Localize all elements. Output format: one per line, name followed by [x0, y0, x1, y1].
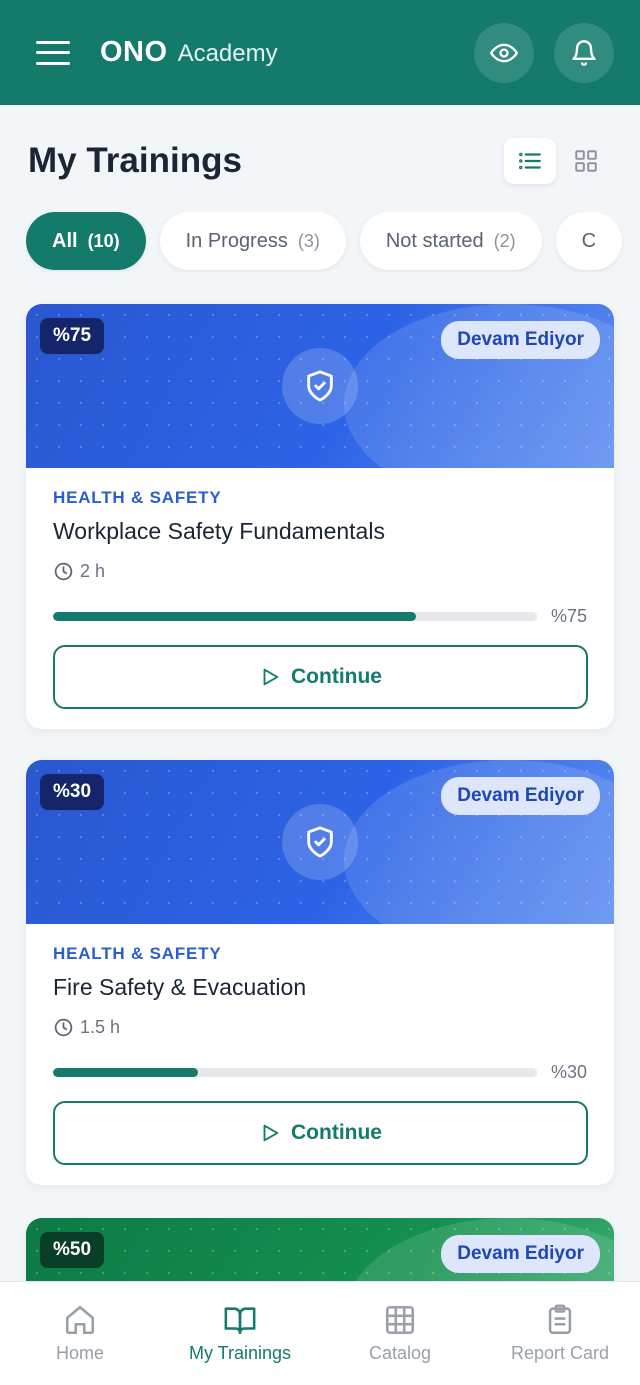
brand-logo: ONO Academy — [100, 36, 278, 69]
clock-icon — [54, 562, 73, 581]
duration-text: 1.5 h — [80, 1017, 121, 1037]
notifications-button[interactable] — [554, 22, 614, 83]
chip-label: Not started — [385, 229, 484, 252]
play-icon — [263, 1124, 279, 1142]
book-open-icon — [224, 1307, 256, 1335]
continue-label: Continue — [291, 665, 382, 688]
progress-label: %75 — [550, 606, 587, 626]
progress-bar — [53, 612, 537, 621]
preview-button[interactable] — [474, 22, 534, 83]
filter-chip-in-progress[interactable]: In Progress (3) — [159, 212, 346, 270]
course-card[interactable]: %75 Devam Ediyor HEALTH & SAFETY Workpla… — [26, 304, 614, 729]
bell-icon — [572, 39, 596, 66]
filter-chips: All (10) In Progress (3) Not started (2)… — [26, 212, 640, 272]
course-banner: %75 Devam Ediyor — [26, 304, 614, 468]
nav-label: Catalog — [368, 1343, 432, 1363]
bottom-nav: Home My Trainings Catalog Report Card — [0, 1281, 640, 1385]
course-card[interactable]: %30 Devam Ediyor HEALTH & SAFETY Fire Sa… — [26, 760, 614, 1185]
grid-view-button[interactable] — [560, 138, 612, 184]
continue-button[interactable]: Continue — [53, 645, 588, 709]
course-category: HEALTH & SAFETY — [53, 944, 222, 963]
status-badge: Devam Ediyor — [441, 777, 600, 815]
course-banner: %30 Devam Ediyor — [26, 760, 614, 924]
progress-fill — [53, 612, 416, 621]
app-header: ONO Academy — [0, 0, 640, 105]
grid-view-icon — [575, 150, 597, 172]
nav-item-report-card[interactable]: Report Card — [480, 1282, 640, 1385]
clock-icon — [54, 1018, 73, 1037]
grid-icon — [385, 1305, 415, 1335]
course-category: HEALTH & SAFETY — [53, 488, 222, 507]
filter-chip-completed[interactable]: C — [555, 212, 623, 270]
brand-subtitle: Academy — [177, 40, 278, 67]
percent-badge: %30 — [40, 774, 105, 810]
continue-label: Continue — [291, 1121, 382, 1144]
duration-text: 2 h — [80, 561, 106, 581]
chip-label: In Progress — [185, 229, 288, 252]
course-duration: 1.5 h — [53, 1017, 587, 1038]
nav-label: My Trainings — [188, 1343, 292, 1363]
percent-badge: %50 — [40, 1232, 105, 1268]
progress-label: %30 — [550, 1062, 587, 1082]
chip-label: C — [581, 229, 597, 252]
nav-item-home[interactable]: Home — [0, 1282, 160, 1385]
filter-chip-not-started[interactable]: Not started (2) — [359, 212, 542, 270]
title-row: My Trainings — [28, 136, 612, 186]
chip-count: (10) — [87, 230, 120, 251]
status-badge: Devam Ediyor — [441, 1235, 600, 1273]
course-title: Workplace Safety Fundamentals — [53, 518, 385, 544]
chip-count: (3) — [297, 230, 320, 251]
percent-badge: %75 — [40, 318, 105, 354]
shield-check-icon — [282, 348, 358, 424]
nav-item-catalog[interactable]: Catalog — [320, 1282, 480, 1385]
nav-item-my-trainings[interactable]: My Trainings — [160, 1282, 320, 1385]
progress-fill — [53, 1068, 199, 1077]
nav-label: Report Card — [510, 1343, 610, 1363]
view-toggle — [504, 138, 612, 184]
eye-icon — [490, 43, 518, 62]
hamburger-icon[interactable] — [36, 38, 70, 68]
play-icon — [263, 668, 279, 686]
course-title: Fire Safety & Evacuation — [53, 974, 307, 1000]
progress-bar — [53, 1068, 537, 1077]
chip-count: (2) — [493, 230, 516, 251]
clipboard-icon — [548, 1304, 572, 1335]
home-icon — [65, 1305, 95, 1335]
list-view-icon — [519, 152, 541, 170]
status-badge: Devam Ediyor — [441, 321, 600, 359]
progress-row: %75 — [53, 606, 587, 627]
nav-label: Home — [55, 1343, 104, 1363]
progress-row: %30 — [53, 1062, 587, 1083]
shield-check-icon — [282, 804, 358, 880]
chip-label: All — [52, 229, 78, 252]
page-title: My Trainings — [28, 141, 242, 180]
brand-name: ONO — [100, 36, 168, 68]
filter-chip-all[interactable]: All (10) — [26, 212, 146, 270]
continue-button[interactable]: Continue — [53, 1101, 588, 1165]
course-duration: 2 h — [53, 561, 587, 582]
list-view-button[interactable] — [504, 138, 556, 184]
